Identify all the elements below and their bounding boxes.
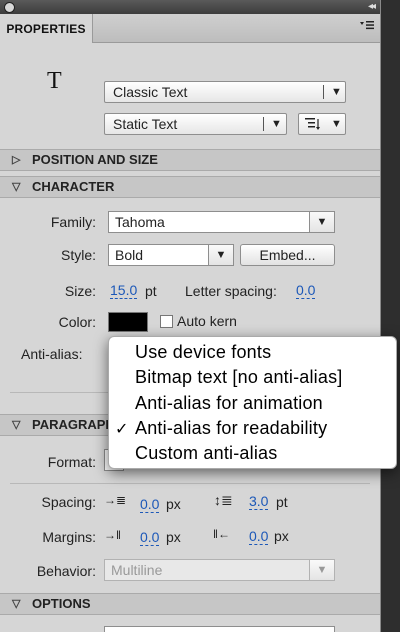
- indent-icon: →≣: [104, 493, 127, 507]
- right-margin-unit: px: [274, 528, 289, 544]
- section-title: POSITION AND SIZE: [32, 152, 158, 167]
- menu-item-custom-anti-alias[interactable]: Custom anti-alias: [135, 443, 277, 464]
- letter-spacing-label: Letter spacing:: [185, 283, 277, 299]
- text-color-swatch[interactable]: [108, 312, 148, 332]
- size-unit: pt: [145, 283, 157, 299]
- section-title: PARAGRAPH: [32, 417, 115, 432]
- chevron-down-icon[interactable]: ▼: [208, 245, 233, 265]
- menu-item-bitmap-text[interactable]: Bitmap text [no anti-alias]: [135, 367, 343, 388]
- style-value: Bold: [115, 247, 144, 263]
- size-label: Size:: [64, 283, 96, 299]
- format-label: Format:: [47, 454, 96, 470]
- text-engine-dropdown[interactable]: Classic Text ▼: [104, 81, 346, 103]
- menu-item-anti-alias-animation[interactable]: Anti-alias for animation: [135, 393, 323, 414]
- chevron-down-icon[interactable]: ▼: [309, 212, 334, 232]
- margins-label: Margins:: [42, 529, 96, 545]
- section-position-and-size[interactable]: ▷ POSITION AND SIZE: [0, 149, 380, 171]
- chevron-down-icon: ▼: [271, 118, 282, 130]
- line-spacing-unit: pt: [276, 494, 288, 510]
- expand-triangle-icon: ▷: [12, 154, 21, 166]
- left-margin-unit: px: [166, 529, 181, 545]
- behavior-label: Behavior:: [36, 563, 96, 579]
- text-tool-icon: T: [47, 68, 62, 94]
- checkmark-icon: ✓: [115, 421, 129, 438]
- right-margin-value[interactable]: 0.0: [249, 529, 269, 545]
- auto-kern-label: Auto kern: [177, 313, 237, 329]
- section-title: OPTIONS: [32, 596, 91, 611]
- indent-unit: px: [166, 496, 181, 512]
- left-margin-value[interactable]: 0.0: [140, 530, 160, 546]
- right-margin-icon: ‖←: [213, 527, 230, 541]
- collapse-triangle-icon: ▽: [12, 181, 21, 193]
- indent-value[interactable]: 0.0: [140, 497, 160, 513]
- behavior-dropdown[interactable]: Multiline ▼: [104, 559, 335, 581]
- section-title: CHARACTER: [32, 179, 115, 194]
- section-character[interactable]: ▽ CHARACTER: [0, 176, 380, 198]
- behavior-value: Multiline: [111, 562, 163, 578]
- text-type-value: Static Text: [113, 116, 178, 132]
- embed-button[interactable]: Embed...: [240, 244, 335, 266]
- family-value: Tahoma: [115, 214, 165, 230]
- tab-properties[interactable]: PROPERTIES: [0, 14, 93, 43]
- family-label: Family:: [50, 214, 96, 230]
- anti-alias-label: Anti-alias:: [21, 346, 83, 362]
- close-dot-icon[interactable]: [4, 2, 15, 13]
- line-spacing-icon: ↕≣: [214, 492, 233, 508]
- text-type-dropdown[interactable]: Static Text ▼: [104, 113, 287, 135]
- spacing-label: Spacing:: [41, 494, 96, 510]
- text-orientation-dropdown[interactable]: ▼: [298, 113, 346, 135]
- dropdown-separator: [263, 117, 264, 131]
- collapse-triangle-icon: ▽: [12, 419, 21, 431]
- collapse-icon[interactable]: ◂◂: [368, 0, 376, 14]
- panel-title-bar: ◂◂: [0, 0, 380, 14]
- properties-panel: ◂◂ PROPERTIES T Classic Text ▼ Static Te…: [0, 0, 381, 632]
- menu-item-anti-alias-readability[interactable]: Anti-alias for readability: [135, 418, 327, 439]
- tab-row: PROPERTIES: [0, 14, 380, 43]
- color-label: Color:: [58, 314, 96, 330]
- chevron-down-icon: ▼: [331, 118, 342, 130]
- line-spacing-value[interactable]: 3.0: [249, 494, 269, 510]
- chevron-down-icon: ▼: [331, 86, 342, 98]
- style-label: Style:: [60, 247, 96, 263]
- family-dropdown[interactable]: Tahoma ▼: [108, 211, 335, 233]
- collapse-triangle-icon: ▽: [12, 598, 21, 610]
- letter-spacing-value[interactable]: 0.0: [296, 283, 316, 299]
- text-orientation-icon: [305, 114, 321, 136]
- text-engine-value: Classic Text: [113, 84, 188, 100]
- dropdown-separator: [323, 85, 324, 99]
- divider: [10, 483, 370, 484]
- style-dropdown[interactable]: Bold ▼: [108, 244, 234, 266]
- panel-menu-icon[interactable]: [360, 20, 374, 33]
- left-margin-icon: →‖: [104, 528, 121, 542]
- auto-kern-checkbox[interactable]: [160, 315, 173, 328]
- menu-item-use-device-fonts[interactable]: Use device fonts: [135, 342, 271, 363]
- chevron-down-icon: ▼: [309, 560, 334, 580]
- options-field[interactable]: [104, 626, 335, 632]
- section-options[interactable]: ▽ OPTIONS: [0, 593, 380, 615]
- anti-alias-menu: Use device fonts Bitmap text [no anti-al…: [108, 336, 397, 469]
- size-value[interactable]: 15.0: [110, 283, 138, 299]
